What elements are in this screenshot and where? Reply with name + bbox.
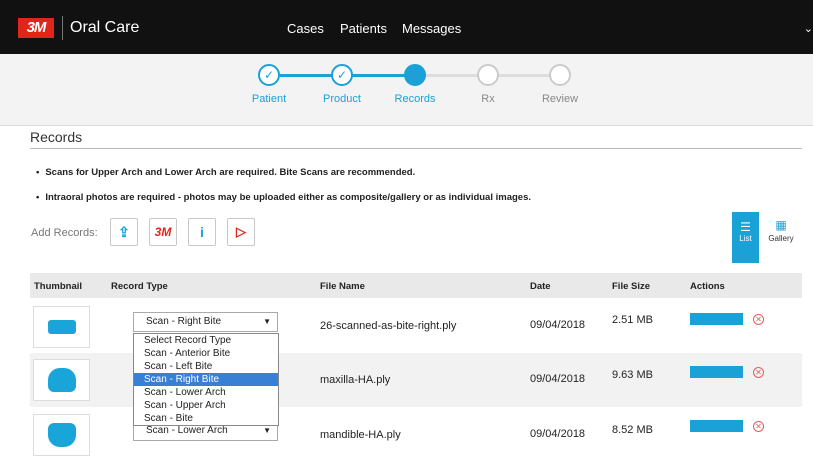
upload-progress-bar [690,420,743,432]
bullet-icon: • [36,192,40,203]
itero-icon: i [200,224,204,240]
col-file-name: File Name [320,281,365,292]
record-type-select[interactable]: Scan - Right Bite ▼ [133,312,278,332]
nav-messages[interactable]: Messages [402,21,461,36]
dropdown-option[interactable]: Scan - Anterior Bite [134,347,278,360]
bullet-icon: • [36,167,40,178]
dropdown-option[interactable]: Scan - Upper Arch [134,399,278,412]
file-name: mandible-HA.ply [320,429,401,441]
chevron-down-icon[interactable]: ⌄ [804,22,813,35]
trios-button[interactable]: ▷ [227,218,255,246]
step-review-circle [549,64,571,86]
step-connector [280,74,338,77]
col-record-type: Record Type [111,281,168,292]
col-file-size: File Size [612,281,651,292]
file-size: 8.52 MB [612,424,653,436]
record-type-dropdown: Select Record Type Scan - Anterior Bite … [133,333,279,426]
lower-arch-icon[interactable] [33,414,90,456]
dropdown-option[interactable]: Select Record Type [134,334,278,347]
list-icon: ☰ [740,220,751,234]
3m-logo[interactable]: 3M [18,18,54,38]
record-date: 09/04/2018 [530,373,586,385]
dropdown-option[interactable]: Scan - Left Bite [134,360,278,373]
upload-button[interactable]: ⇪ [110,218,138,246]
record-type-value: Scan - Lower Arch [146,425,228,436]
list-view-button[interactable]: ☰ List [732,212,759,263]
step-label-patient[interactable]: Patient [229,93,309,105]
step-label-product[interactable]: Product [302,93,382,105]
step-connector [351,74,409,77]
upload-progress-bar [690,366,743,378]
file-name: 26-scanned-as-bite-right.ply [320,320,457,332]
gallery-view-label: Gallery [768,234,794,243]
col-thumbnail: Thumbnail [34,281,83,292]
step-label-rx: Rx [481,93,495,105]
3m-scanner-button[interactable]: 3M [149,218,177,246]
delete-icon[interactable]: ✕ [753,367,764,378]
trios-icon: ▷ [236,224,246,239]
3m-scanner-icon: 3M [154,225,172,239]
step-connector [425,74,483,77]
note-scans-text: Scans for Upper Arch and Lower Arch are … [45,167,416,178]
record-date: 09/04/2018 [530,319,586,331]
step-label-records: Records [394,93,436,105]
upload-icon: ⇪ [118,224,130,240]
record-date: 09/04/2018 [530,428,586,440]
dropdown-arrow-icon: ▼ [263,317,271,326]
step-connector [498,74,554,77]
table-header: Thumbnail Record Type File Name Date Fil… [30,273,802,298]
nav-patients[interactable]: Patients [340,21,387,36]
step-patient-check-icon[interactable]: ✓ [258,64,280,86]
col-date: Date [530,281,551,292]
dropdown-option-selected[interactable]: Scan - Right Bite [134,373,278,386]
add-records-label: Add Records: [31,227,98,239]
step-product-check-icon[interactable]: ✓ [331,64,353,86]
nav-cases[interactable]: Cases [287,21,324,36]
delete-icon[interactable]: ✕ [753,421,764,432]
file-size: 9.63 MB [612,369,653,381]
note-photos: • Intraoral photos are required - photos … [36,192,531,203]
dropdown-option[interactable]: Scan - Lower Arch [134,386,278,399]
brand-divider [62,16,63,40]
brand-name: Oral Care [70,19,140,36]
note-photos-text: Intraoral photos are required - photos m… [45,192,532,203]
col-actions: Actions [690,281,725,292]
gallery-view-button[interactable]: ▦ Gallery [763,218,799,258]
bite-scan-icon[interactable] [33,306,90,348]
itero-button[interactable]: i [188,218,216,246]
top-bar: 3M Oral Care Cases Patients Messages ⌄ [0,0,813,54]
file-size: 2.51 MB [612,314,653,326]
section-title: Records [30,129,83,145]
progress-stepper: ✓ ✓ Patient Product Records Rx Review [0,54,813,126]
file-name: maxilla-HA.ply [320,374,391,386]
step-rx-circle [477,64,499,86]
section-divider [30,148,802,149]
note-scans: • Scans for Upper Arch and Lower Arch are… [36,167,415,178]
delete-icon[interactable]: ✕ [753,314,764,325]
upper-arch-icon[interactable] [33,359,90,401]
grid-icon: ▦ [775,218,787,232]
upload-progress-bar [690,313,743,325]
step-label-review: Review [541,93,579,105]
record-type-value: Scan - Right Bite [146,316,222,327]
dropdown-option[interactable]: Scan - Bite [134,412,278,425]
list-view-label: List [739,234,752,243]
step-records-circle [404,64,426,86]
